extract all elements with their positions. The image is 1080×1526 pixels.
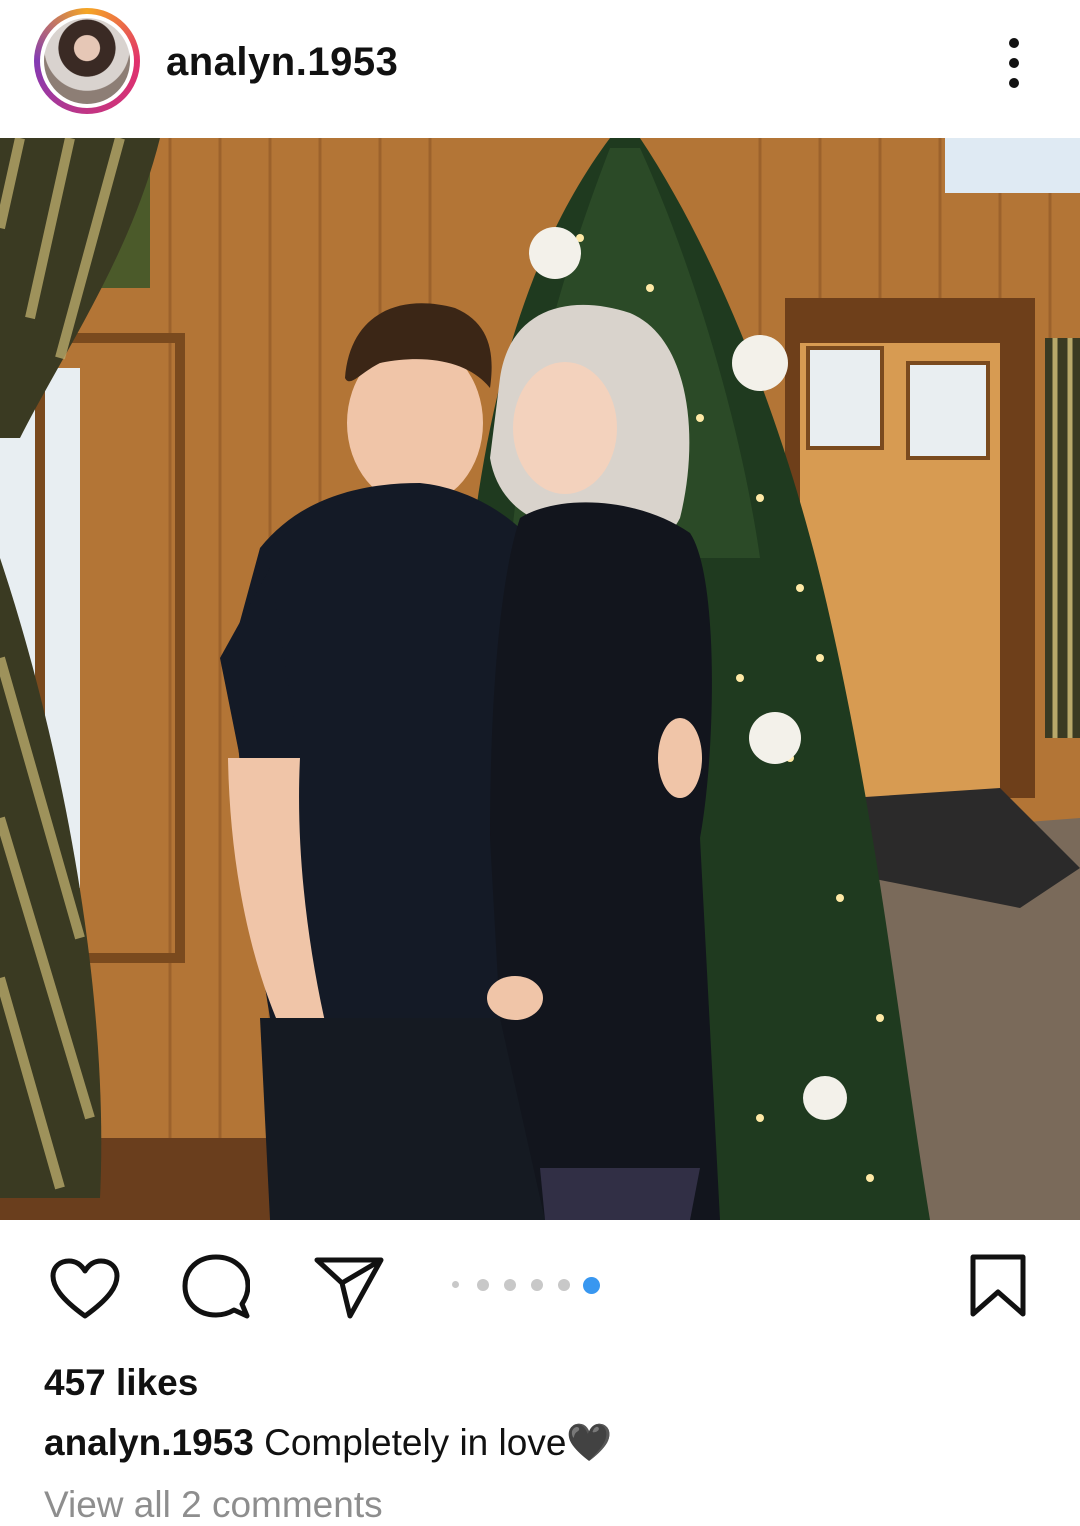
carousel-dot (558, 1279, 570, 1291)
comment-bubble-icon[interactable] (182, 1254, 250, 1322)
paper-plane-icon[interactable] (314, 1256, 384, 1320)
caption-text: Completely in love🖤 (264, 1422, 613, 1463)
avatar-image (40, 14, 134, 108)
caption-username[interactable]: analyn.1953 (44, 1422, 254, 1463)
bookmark-icon[interactable] (970, 1254, 1026, 1318)
carousel-dot-active (583, 1277, 600, 1294)
carousel-dot (452, 1281, 459, 1288)
photo-illustration (0, 138, 1080, 1220)
heart-icon[interactable] (50, 1258, 120, 1320)
profile-avatar[interactable] (34, 8, 140, 114)
post-header: analyn.1953 (0, 0, 1080, 138)
carousel-dot (504, 1279, 516, 1291)
likes-count[interactable]: 457 likes (44, 1362, 198, 1404)
carousel-dot (477, 1279, 489, 1291)
post-caption: analyn.1953 Completely in love🖤 (44, 1422, 612, 1465)
carousel-dot (531, 1279, 543, 1291)
post-photo[interactable] (0, 138, 1080, 1220)
more-options-icon[interactable] (996, 36, 1032, 92)
view-comments-link[interactable]: View all 2 comments (44, 1484, 383, 1526)
post-username[interactable]: analyn.1953 (166, 40, 398, 85)
